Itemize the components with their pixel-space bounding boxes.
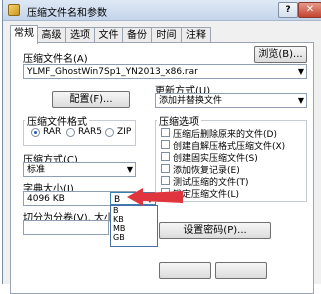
winrar-app-icon	[8, 4, 20, 16]
tab-time[interactable]: 时间	[151, 27, 182, 43]
tab-comment[interactable]: 注释	[181, 27, 211, 43]
archive-format-label: 压缩文件格式	[25, 113, 89, 128]
option-sfx-checkbox[interactable]	[161, 140, 170, 149]
format-rar5-label: RAR5	[78, 127, 103, 137]
profiles-button[interactable]: 配置(F)...	[52, 91, 130, 108]
compression-options-label: 压缩选项	[157, 113, 201, 128]
update-mode-value: 添加并替换文件	[159, 96, 223, 106]
archive-name-value: YLMF_GhostWin7Sp1_YN2013_x86.rar	[27, 67, 198, 77]
arrow-shape	[127, 188, 183, 206]
help-button[interactable]: ?	[278, 2, 298, 18]
format-rar-label: RAR	[43, 127, 62, 137]
tab-backup[interactable]: 备份	[122, 27, 152, 43]
chevron-down-icon[interactable]: ▼	[127, 163, 133, 176]
chevron-down-icon[interactable]: ▼	[298, 94, 304, 107]
update-mode-select[interactable]: 添加并替换文件 ▼	[155, 93, 307, 108]
split-unit-dropdown-list: B KB MB GB	[110, 205, 158, 247]
split-size-input[interactable]	[23, 220, 109, 235]
option-test-checkbox[interactable]	[161, 176, 170, 185]
set-password-label: 设置密码(P)...	[183, 225, 247, 236]
compression-method-select[interactable]: 标准 ▼	[23, 162, 136, 177]
option-solid-checkbox[interactable]	[161, 152, 170, 161]
archive-name-label: 压缩文件名(A)	[23, 54, 88, 65]
browse-button[interactable]: 浏览(B)...	[254, 46, 307, 63]
tab-advanced[interactable]: 高级	[37, 27, 66, 43]
tab-general[interactable]: 常规	[10, 25, 38, 44]
format-rar-radio[interactable]	[31, 128, 40, 137]
dictionary-size-value: 4096 KB	[27, 194, 65, 204]
dialog-window: 压缩文件名和参数 ? ✕ 常规 高级 选项 文件 备份 时间 注释 压缩文件名(…	[2, 0, 321, 294]
compression-method-value: 标准	[27, 165, 46, 175]
set-password-button[interactable]: 设置密码(P)...	[159, 222, 271, 239]
format-rar5-radio[interactable]	[66, 128, 75, 137]
option-delete-files-checkbox[interactable]	[161, 128, 170, 137]
split-unit-option[interactable]: GB	[111, 233, 157, 242]
red-pointer-arrow-icon	[127, 188, 183, 206]
split-unit-option[interactable]: MB	[111, 224, 157, 233]
cancel-button-partial[interactable]	[215, 262, 267, 279]
tab-options[interactable]: 选项	[65, 27, 95, 43]
tab-files[interactable]: 文件	[94, 27, 123, 43]
archive-name-combobox[interactable]: YLMF_GhostWin7Sp1_YN2013_x86.rar ▼	[23, 64, 307, 79]
title-bar: 压缩文件名和参数 ? ✕	[3, 0, 321, 21]
format-zip-label: ZIP	[117, 127, 132, 137]
split-unit-value: B	[114, 195, 121, 205]
window-title: 压缩文件名和参数	[27, 8, 107, 19]
close-button[interactable]: ✕	[298, 2, 321, 18]
format-zip-radio[interactable]	[105, 128, 114, 137]
option-recovery-checkbox[interactable]	[161, 164, 170, 173]
split-unit-option[interactable]: KB	[111, 215, 157, 224]
ok-button-partial[interactable]	[159, 262, 211, 279]
chevron-down-icon[interactable]: ▼	[298, 65, 304, 78]
